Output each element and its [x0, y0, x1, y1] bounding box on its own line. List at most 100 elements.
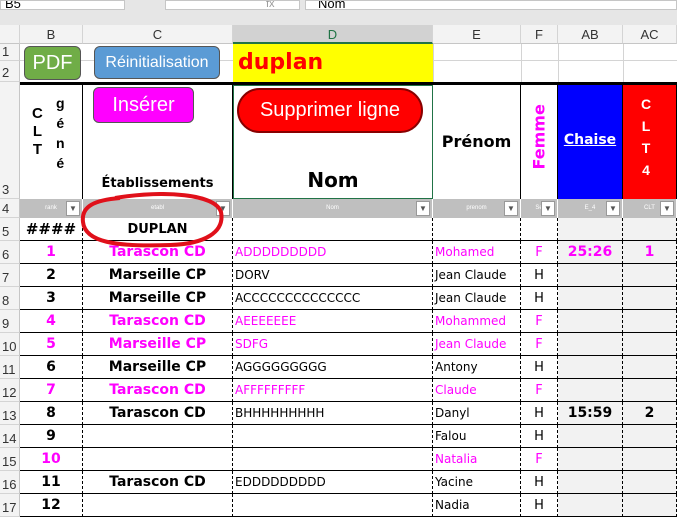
cell-etab[interactable]: Marseille CP [83, 333, 233, 356]
cell-nom[interactable]: SDFG [233, 333, 433, 356]
filter-dropdown-icon[interactable]: ▼ [660, 201, 674, 216]
formula-input[interactable]: Nom [305, 0, 677, 10]
row-header-16[interactable]: 16 [0, 471, 20, 494]
cell-rank[interactable]: 9 [20, 425, 83, 448]
cell-sexe[interactable]: H [521, 287, 558, 310]
cell-clt[interactable] [623, 379, 677, 402]
cell-prenom[interactable]: Antony [433, 356, 521, 379]
column-header-F[interactable]: F [521, 25, 558, 44]
cell-clt[interactable] [623, 356, 677, 379]
cell-sexe[interactable]: H [521, 402, 558, 425]
cell-clt[interactable] [623, 494, 677, 517]
row-header-15[interactable]: 15 [0, 448, 20, 471]
cell-rank[interactable]: 6 [20, 356, 83, 379]
cell-clt[interactable] [623, 310, 677, 333]
cell-clt[interactable] [623, 264, 677, 287]
row-header-13[interactable]: 13 [0, 402, 20, 425]
cell-chaise[interactable] [558, 494, 623, 517]
cell-nom[interactable] [233, 425, 433, 448]
row-header-7[interactable]: 7 [0, 264, 20, 287]
cell-prenom[interactable]: Nadia [433, 494, 521, 517]
row-header-10[interactable]: 10 [0, 333, 20, 356]
cell-sexe[interactable]: F [521, 448, 558, 471]
cell-etab[interactable]: Tarascon CD [83, 471, 233, 494]
cell-prenom[interactable]: Jean Claude [433, 287, 521, 310]
header-femme[interactable]: Femme [521, 85, 558, 199]
cell-clt[interactable] [623, 448, 677, 471]
filter-dropdown-icon[interactable]: ▼ [216, 201, 230, 216]
row-header-4[interactable]: 4 [0, 199, 20, 218]
column-header-B[interactable]: B [20, 25, 83, 44]
cell-nom[interactable]: ADDDDDDDDD [233, 241, 433, 264]
cell-sexe[interactable]: F [521, 379, 558, 402]
cell-chaise[interactable] [558, 471, 623, 494]
cell-rank[interactable]: 8 [20, 402, 83, 425]
chaise-label[interactable]: Chaise [558, 132, 622, 148]
row-header-12[interactable]: 12 [0, 379, 20, 402]
cell-chaise[interactable]: 25:26 [558, 241, 623, 264]
cell-chaise[interactable] [558, 379, 623, 402]
row-header-11[interactable]: 11 [0, 356, 20, 379]
cell-chaise[interactable] [558, 333, 623, 356]
cell-rank[interactable]: 4 [20, 310, 83, 333]
header-chaise[interactable]: Chaise [558, 85, 623, 199]
cell-etab[interactable]: Marseille CP [83, 264, 233, 287]
cell-nom[interactable] [233, 494, 433, 517]
cell-sexe[interactable]: F [521, 310, 558, 333]
cell[interactable] [558, 218, 623, 241]
insert-button[interactable]: Insérer [93, 87, 194, 123]
cell-prenom[interactable]: Claude [433, 379, 521, 402]
row-header-8[interactable]: 8 [0, 287, 20, 310]
row-header-17[interactable]: 17 [0, 494, 20, 517]
cell-rank[interactable]: 2 [20, 264, 83, 287]
cell-rank[interactable]: 7 [20, 379, 83, 402]
cell-clt[interactable]: 1 [623, 241, 677, 264]
cell-prenom[interactable]: Jean Claude [433, 264, 521, 287]
cell-sexe[interactable]: H [521, 356, 558, 379]
filter-dropdown-icon[interactable]: ▼ [66, 201, 80, 216]
header-prenom[interactable]: Prénom [433, 85, 521, 199]
cell-prenom[interactable]: Falou [433, 425, 521, 448]
cell-clt[interactable] [623, 471, 677, 494]
title-cell[interactable]: duplan [238, 50, 323, 75]
column-header-C[interactable]: C [83, 25, 233, 44]
row-header-1[interactable]: 1 [0, 44, 20, 61]
cell-sexe[interactable]: H [521, 425, 558, 448]
name-box[interactable]: B5 [0, 0, 125, 10]
cell-prenom[interactable]: Natalia [433, 448, 521, 471]
filter-dropdown-icon[interactable]: ▼ [606, 201, 620, 216]
row-header-3[interactable]: 3 [0, 82, 20, 199]
cell-chaise[interactable]: 15:59 [558, 402, 623, 425]
header-nom[interactable]: Supprimer ligne Nom [233, 85, 433, 199]
row-header-2[interactable]: 2 [0, 61, 20, 82]
column-header-AB[interactable]: AB [558, 25, 623, 44]
cell-nom[interactable] [233, 448, 433, 471]
cell-clt[interactable] [623, 425, 677, 448]
cell-prenom[interactable]: Mohammed [433, 310, 521, 333]
cell-clt[interactable]: 2 [623, 402, 677, 425]
cell-sexe[interactable]: H [521, 264, 558, 287]
cell-chaise[interactable] [558, 287, 623, 310]
reset-button[interactable]: Réinitialisation [94, 46, 220, 79]
cell-nom[interactable]: DORV [233, 264, 433, 287]
cell-etab[interactable]: Tarascon CD [83, 241, 233, 264]
filter-dropdown-icon[interactable]: ▼ [541, 201, 555, 216]
filter-dropdown-icon[interactable]: ▼ [416, 201, 430, 216]
cell-etab-5[interactable]: DUPLAN [83, 218, 233, 241]
cell-nom[interactable]: EDDDDDDDDD [233, 471, 433, 494]
cell[interactable] [623, 218, 677, 241]
delete-row-button[interactable]: Supprimer ligne [237, 88, 423, 133]
cell-etab[interactable]: Marseille CP [83, 356, 233, 379]
pdf-button[interactable]: PDF [24, 46, 81, 80]
cell-nom[interactable]: AEEEEEEE [233, 310, 433, 333]
cell-rank[interactable]: 11 [20, 471, 83, 494]
cell-chaise[interactable] [558, 425, 623, 448]
cell[interactable] [433, 218, 521, 241]
cell-nom[interactable]: AFFFFFFFFF [233, 379, 433, 402]
row-header-14[interactable]: 14 [0, 425, 20, 448]
cell[interactable] [233, 218, 433, 241]
cell[interactable] [521, 218, 558, 241]
cell-chaise[interactable] [558, 448, 623, 471]
row-header-6[interactable]: 6 [0, 241, 20, 264]
cell-rank-5[interactable]: #### [20, 218, 83, 241]
